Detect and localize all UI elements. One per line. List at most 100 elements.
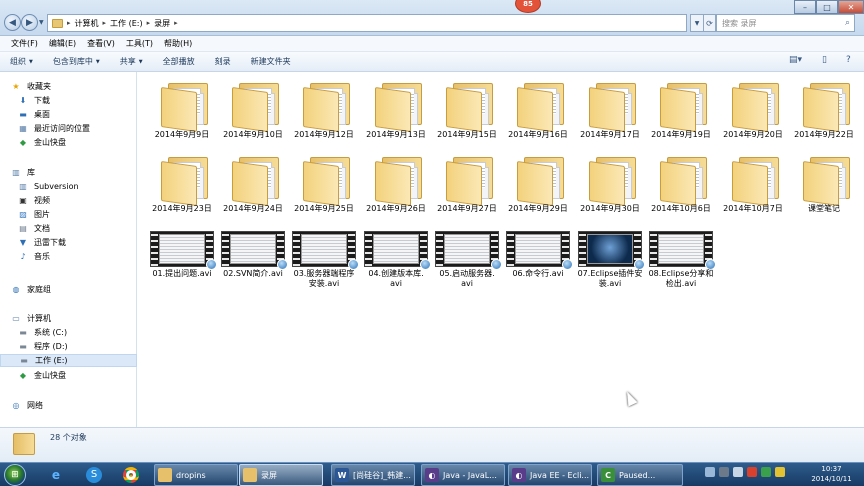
navigation-pane: ★ 收藏夹 ⬇ 下载 ▬ 桌面 ▦ 最近访问的位置 ◆ 金山快盘 ▥ 库 ▥ Subversi… xyxy=(0,72,137,427)
folder-item[interactable]: 2014年9月12日 xyxy=(292,76,356,146)
sogou-icon[interactable]: S xyxy=(80,465,108,485)
folder-item[interactable]: 2014年9月29日 xyxy=(506,150,570,220)
sidebar-item-videos[interactable]: ▣ 视频 xyxy=(0,194,137,207)
menu-edit[interactable]: 编辑(E) xyxy=(49,38,76,49)
menu-view[interactable]: 查看(V) xyxy=(87,38,115,49)
folder-item[interactable]: 2014年9月30日 xyxy=(578,150,642,220)
taskbar-window-button[interactable]: 录屏 xyxy=(239,464,323,486)
sidebar-network[interactable]: ◎ 网络 xyxy=(0,399,137,412)
video-file-item[interactable]: 04.创建版本库. avi xyxy=(364,229,431,299)
sidebar-computer[interactable]: ▭ 计算机 xyxy=(0,312,137,325)
taskbar-window-button[interactable]: W [尚硅谷]_韩建... xyxy=(331,464,415,486)
folder-name: 2014年9月13日 xyxy=(366,130,426,139)
breadcrumb-current-folder[interactable]: 录屏 xyxy=(154,18,170,29)
tray-volume-icon[interactable] xyxy=(775,467,785,477)
folder-item[interactable]: 2014年10月6日 xyxy=(649,150,713,220)
video-file-item[interactable]: 05.启动服务器. avi xyxy=(435,229,502,299)
tray-network-icon[interactable] xyxy=(733,467,743,477)
breadcrumb-drive-e[interactable]: 工作 (E:) xyxy=(110,18,143,29)
share-button[interactable]: 共享 ▼ xyxy=(110,56,153,67)
sidebar-item-desktop[interactable]: ▬ 桌面 xyxy=(0,108,137,121)
help-icon[interactable]: ? xyxy=(846,55,851,65)
taskbar-clock[interactable]: 10:37 2014/10/11 xyxy=(804,464,859,484)
sidebar-item-pictures[interactable]: ▨ 图片 xyxy=(0,208,137,221)
command-bar: 组织 ▼ 包含到库中 ▼ 共享 ▼ 全部播放 刻录 新建文件夹 ▤▾ ▯ ? xyxy=(0,52,864,72)
sidebar-item-downloads[interactable]: ⬇ 下载 xyxy=(0,94,137,107)
search-input[interactable]: 搜索 录屏 ⌕ xyxy=(716,14,855,32)
refresh-button[interactable]: ⟳ xyxy=(703,14,716,32)
folder-item[interactable]: 2014年9月15日 xyxy=(435,76,499,146)
video-file-item[interactable]: 06.命令行.avi xyxy=(506,229,573,299)
video-file-item[interactable]: 02.SVN简介.avi xyxy=(221,229,288,299)
sidebar-item-drive-d[interactable]: ▬ 程序 (D:) xyxy=(0,340,137,353)
maximize-button[interactable]: □ xyxy=(816,0,838,14)
sidebar-libraries[interactable]: ▥ 库 xyxy=(0,166,137,179)
taskbar-window-button[interactable]: ◐ Java EE - Ecli... xyxy=(508,464,592,486)
folder-item[interactable]: 2014年9月10日 xyxy=(221,76,285,146)
drive-icon: ▬ xyxy=(19,342,27,351)
folder-item[interactable]: 课堂笔记 xyxy=(792,150,856,220)
sidebar-item-kuaipan-drive[interactable]: ◆ 金山快盘 xyxy=(0,369,137,382)
preview-pane-icon[interactable]: ▯ xyxy=(822,55,827,65)
folder-item[interactable]: 2014年9月13日 xyxy=(364,76,428,146)
folder-item[interactable]: 2014年9月19日 xyxy=(649,76,713,146)
forward-button[interactable]: ▶ xyxy=(21,14,38,31)
new-folder-button[interactable]: 新建文件夹 xyxy=(241,56,301,67)
close-button[interactable]: ✕ xyxy=(838,0,864,14)
sidebar-item-thunder-downloads[interactable]: ▼ 迅雷下载 xyxy=(0,236,137,249)
folder-item[interactable]: 2014年9月27日 xyxy=(435,150,499,220)
start-button[interactable]: ⊞ xyxy=(4,464,26,486)
sidebar-item-recent-places[interactable]: ▦ 最近访问的位置 xyxy=(0,122,137,135)
file-name-line: 06.命令行.avi xyxy=(512,269,564,278)
video-file-item[interactable]: 08.Eclipse分享和 检出.avi xyxy=(649,229,716,299)
sidebar-homegroup[interactable]: ◍ 家庭组 xyxy=(0,283,137,296)
sidebar-item-music[interactable]: ♪ 音乐 xyxy=(0,250,137,263)
video-file-item[interactable]: 03.服务器端程序 安装.avi xyxy=(292,229,359,299)
taskbar-window-button[interactable]: ◐ Java - JavaL... xyxy=(421,464,505,486)
folder-item[interactable]: 2014年9月24日 xyxy=(221,150,285,220)
include-in-library-button[interactable]: 包含到库中 ▼ xyxy=(43,56,110,67)
back-button[interactable]: ◀ xyxy=(4,14,21,31)
menu-help[interactable]: 帮助(H) xyxy=(164,38,192,49)
taskbar-window-button[interactable]: dropins xyxy=(154,464,238,486)
recent-pages-dropdown-icon[interactable]: ▼ xyxy=(39,19,44,26)
sidebar-item-documents[interactable]: ▤ 文档 xyxy=(0,222,137,235)
notification-badge[interactable]: 85 xyxy=(515,0,541,13)
video-file-item[interactable]: 01.提出问题.avi xyxy=(150,229,217,299)
folder-item[interactable]: 2014年10月7日 xyxy=(721,150,785,220)
organize-button[interactable]: 组织 ▼ xyxy=(0,56,43,67)
menu-tools[interactable]: 工具(T) xyxy=(126,38,153,49)
tray-security-icon[interactable] xyxy=(761,467,771,477)
internet-explorer-icon[interactable]: e xyxy=(42,465,70,485)
folder-name: 2014年9月20日 xyxy=(723,130,783,139)
tray-app-icon[interactable] xyxy=(747,467,757,477)
folder-item[interactable]: 2014年9月23日 xyxy=(150,150,214,220)
menu-file[interactable]: 文件(F) xyxy=(11,38,38,49)
sidebar-item-drive-c[interactable]: ▬ 系统 (C:) xyxy=(0,326,137,339)
folder-item[interactable]: 2014年9月17日 xyxy=(578,76,642,146)
chrome-icon[interactable] xyxy=(117,465,145,485)
address-bar[interactable]: ▸ 计算机 ▸ 工作 (E:) ▸ 录屏 ▸ xyxy=(47,14,687,32)
folder-item[interactable]: 2014年9月22日 xyxy=(792,76,856,146)
tray-show-hidden-icon[interactable] xyxy=(705,467,715,477)
taskbar-window-button[interactable]: C Paused... xyxy=(597,464,683,486)
sidebar-favorites[interactable]: ★ 收藏夹 xyxy=(0,80,137,93)
folder-item[interactable]: 2014年9月26日 xyxy=(364,150,428,220)
folder-item[interactable]: 2014年9月20日 xyxy=(721,76,785,146)
sidebar-item-kuaipan[interactable]: ◆ 金山快盘 xyxy=(0,136,137,149)
breadcrumb-computer[interactable]: 计算机 xyxy=(75,18,99,29)
play-all-button[interactable]: 全部播放 xyxy=(153,56,205,67)
sidebar-item-drive-e[interactable]: ▬ 工作 (E:) xyxy=(0,354,137,367)
folder-icon xyxy=(368,80,422,133)
sidebar-item-subversion[interactable]: ▥ Subversion xyxy=(0,180,137,193)
folder-item[interactable]: 2014年9月16日 xyxy=(506,76,570,146)
folder-item[interactable]: 2014年9月9日 xyxy=(150,76,214,146)
folder-item[interactable]: 2014年9月25日 xyxy=(292,150,356,220)
tray-keyboard-icon[interactable] xyxy=(719,467,729,477)
burn-button[interactable]: 刻录 xyxy=(205,56,241,67)
search-icon[interactable]: ⌕ xyxy=(845,18,850,28)
address-history-dropdown[interactable]: ▼ xyxy=(690,14,704,32)
video-file-item[interactable]: 07.Eclipse插件安 装.avi xyxy=(578,229,645,299)
minimize-button[interactable]: – xyxy=(794,0,816,14)
view-options-icon[interactable]: ▤▾ xyxy=(789,55,802,65)
